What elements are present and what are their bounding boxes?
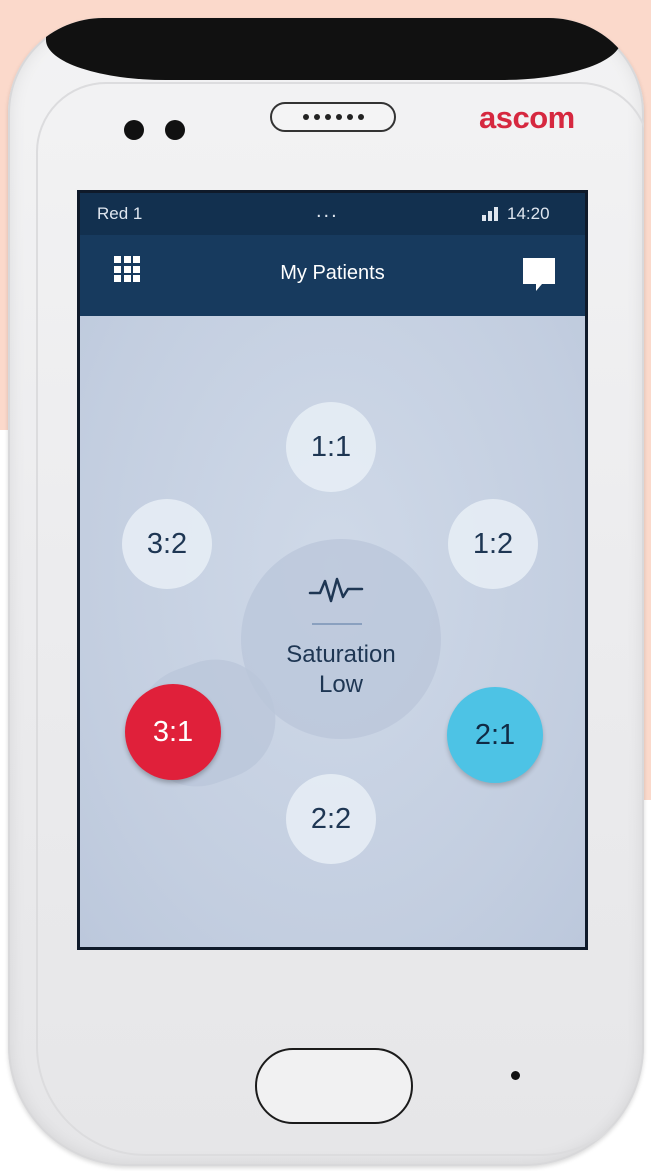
patient-bubble-3-1[interactable]: 3:1	[125, 684, 221, 780]
patient-bubble-2-2[interactable]: 2:2	[286, 774, 376, 864]
microphone-dot	[511, 1071, 520, 1080]
page-title: My Patients	[280, 262, 385, 284]
sensor-dot	[124, 120, 144, 140]
patient-bubble-1-1[interactable]: 1:1	[286, 402, 376, 492]
alert-label-line1: Saturation	[286, 641, 396, 668]
alert-disk[interactable]	[241, 539, 441, 739]
alert-label: Saturation Low	[241, 640, 441, 700]
patient-bubble-2-1[interactable]: 2:1	[447, 687, 543, 783]
status-time: 14:20	[507, 204, 550, 223]
app-bar: My Patients	[80, 235, 585, 316]
home-button[interactable]	[255, 1048, 413, 1124]
carrier-label: Red 1	[97, 204, 143, 223]
signal-bars-icon	[482, 207, 500, 221]
alert-label-line2: Low	[318, 671, 364, 698]
heartbeat-icon	[308, 577, 364, 603]
brand-logo: ascom	[479, 100, 575, 135]
phone-screen: Red 1 ... 14:20 My Patients 1:1 1:2 3:2 …	[77, 190, 588, 950]
status-dots: ...	[316, 200, 339, 222]
phone-top-visor	[46, 18, 621, 80]
status-bar: Red 1 ... 14:20	[80, 193, 585, 235]
camera-dot	[165, 120, 185, 140]
alert-divider	[312, 623, 362, 625]
earpiece-speaker	[270, 102, 396, 132]
patient-bubble-1-2[interactable]: 1:2	[448, 499, 538, 589]
patient-bubble-3-2[interactable]: 3:2	[122, 499, 212, 589]
chat-bubble-icon[interactable]	[522, 257, 556, 293]
